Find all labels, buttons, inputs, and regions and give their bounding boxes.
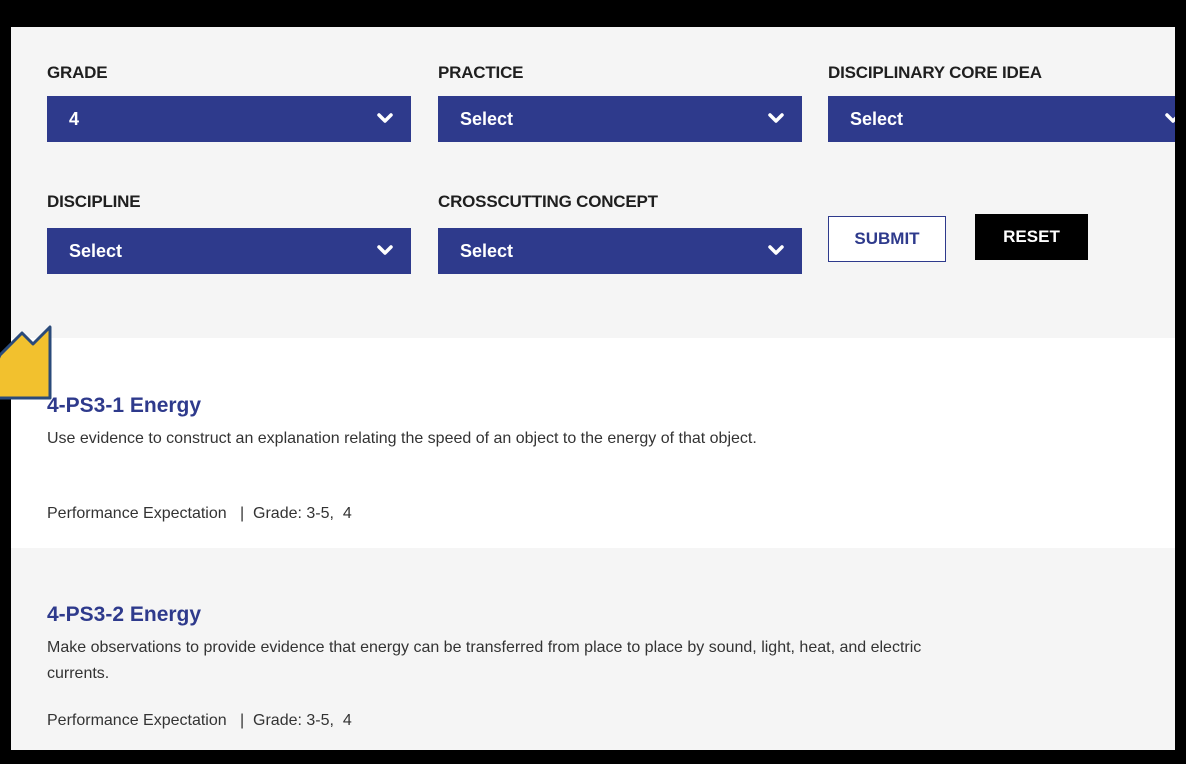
result-description: Use evidence to construct an explanation… — [47, 430, 757, 447]
filter-panel: GRADE 4 PRACTICE Select DISCIPLINARY COR… — [11, 27, 1175, 338]
result-meta: Performance Expectation | Grade: 3-5, 4 — [47, 712, 352, 729]
result-title-link[interactable]: 4-PS3-1 Energy — [47, 394, 201, 418]
submit-button[interactable]: SUBMIT — [828, 216, 946, 262]
result-item: 4-PS3-1 Energy Use evidence to construct… — [11, 338, 1175, 548]
crosscutting-select-value: Select — [460, 240, 514, 261]
dci-label: DISCIPLINARY CORE IDEA — [828, 63, 1042, 82]
practice-select-value: Select — [460, 108, 514, 129]
chevron-down-icon — [768, 245, 784, 255]
discipline-select-value: Select — [69, 240, 123, 261]
chevron-down-icon — [1165, 113, 1175, 123]
chevron-down-icon — [768, 113, 784, 123]
grade-label: GRADE — [47, 63, 108, 82]
dci-select[interactable]: Select — [828, 96, 1175, 142]
practice-select[interactable]: Select — [438, 96, 802, 142]
result-title-link[interactable]: 4-PS3-2 Energy — [47, 603, 201, 627]
chevron-down-icon — [377, 113, 393, 123]
chevron-down-icon — [377, 245, 393, 255]
grade-select[interactable]: 4 — [47, 96, 411, 142]
grade-select-value: 4 — [69, 108, 80, 129]
crosscutting-label: CROSSCUTTING CONCEPT — [438, 192, 658, 211]
discipline-select[interactable]: Select — [47, 228, 411, 274]
reset-button[interactable]: RESET — [975, 214, 1088, 260]
pointer-arrow-icon — [0, 325, 52, 400]
result-item: 4-PS3-2 Energy Make observations to prov… — [11, 548, 1175, 750]
dci-select-value: Select — [850, 108, 904, 129]
result-meta: Performance Expectation | Grade: 3-5, 4 — [47, 505, 352, 522]
practice-label: PRACTICE — [438, 63, 524, 82]
screen: GRADE 4 PRACTICE Select DISCIPLINARY COR… — [11, 27, 1175, 750]
crosscutting-select[interactable]: Select — [438, 228, 802, 274]
discipline-label: DISCIPLINE — [47, 192, 141, 211]
result-description: Make observations to provide evidence th… — [47, 639, 922, 682]
